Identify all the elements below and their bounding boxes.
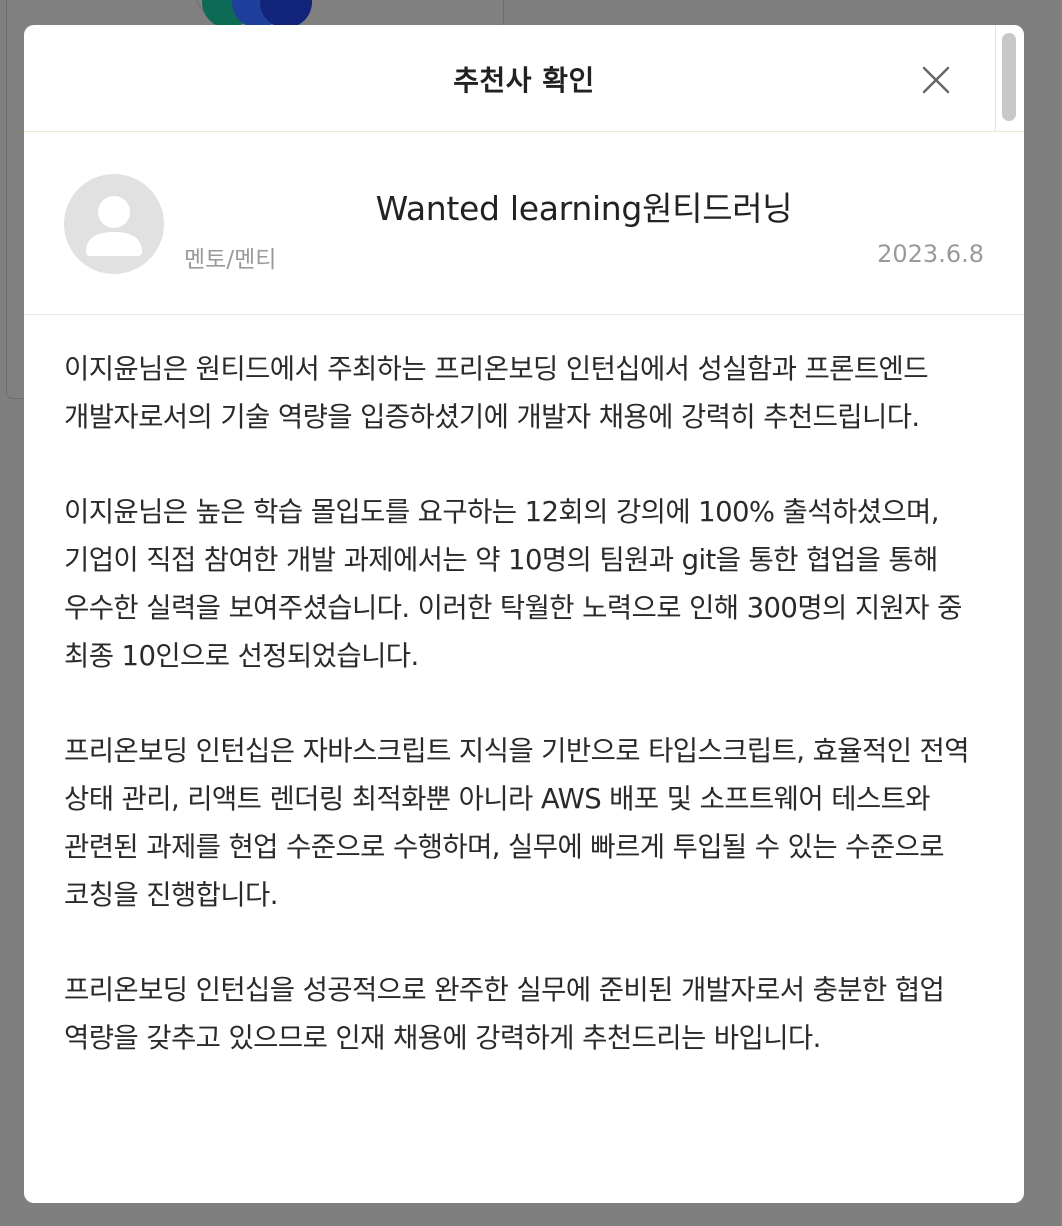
modal-title: 추천사 확인 [453, 64, 595, 97]
recommendation-paragraph: 이지윤님은 높은 학습 몰입도를 요구하는 12회의 강의에 100% 출석하셨… [64, 496, 962, 672]
recommender-name: Wanted learning원티드러닝 [375, 189, 793, 228]
recommendation-paragraph: 프리온보딩 인턴십을 성공적으로 완주한 실무에 준비된 개발자로서 충분한 협… [64, 974, 945, 1054]
recommendation-date: 2023.6.8 [877, 240, 984, 268]
modal-header: 추천사 확인 [24, 25, 1024, 132]
relation-label: 멘토/멘티 [184, 247, 277, 273]
recommendation-text: 이지윤님은 원티드에서 주최하는 프리온보딩 인턴십에서 성실함과 프론트엔드 … [24, 315, 1024, 1062]
recommendation-paragraph: 이지윤님은 원티드에서 주최하는 프리온보딩 인턴십에서 성실함과 프론트엔드 … [64, 353, 929, 433]
close-button[interactable] [919, 63, 953, 97]
recommender-profile: Wanted learning원티드러닝 멘토/멘티 2023.6.8 [24, 132, 1024, 315]
recommendation-modal: 추천사 확인 Wanted learning원티드러닝 멘토/멘티 2023.6… [24, 25, 1024, 1203]
recommendation-paragraph: 프리온보딩 인턴십은 자바스크립트 지식을 기반으로 타입스크립트, 효율적인 … [64, 735, 970, 911]
scrollbar-thumb[interactable] [1002, 33, 1016, 121]
close-icon [922, 66, 950, 94]
